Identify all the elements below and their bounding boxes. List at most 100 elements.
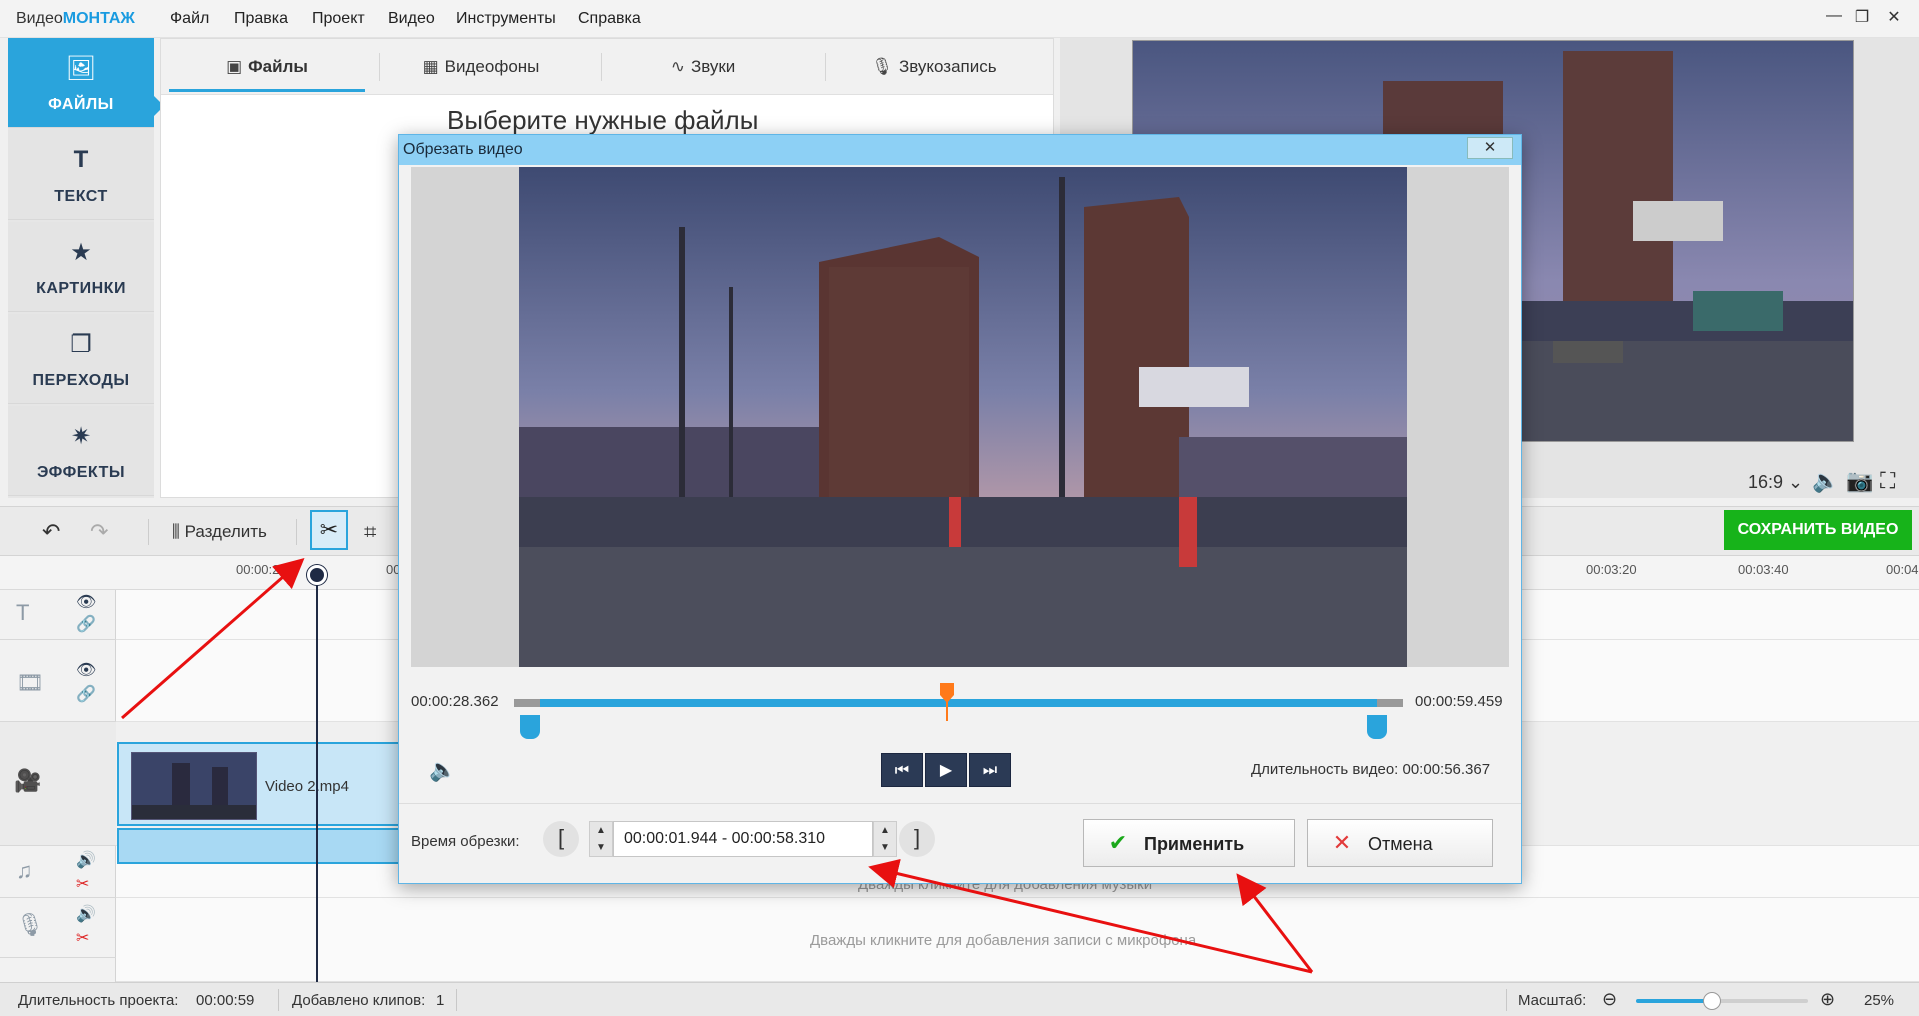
microphone-icon: 🎙 <box>871 57 893 76</box>
sidebar-item-label: ТЕКСТ <box>54 188 108 205</box>
unlink-icon[interactable]: ✂ <box>76 928 89 948</box>
clip-audio-bar[interactable] <box>117 828 407 864</box>
zoom-slider-handle[interactable] <box>1702 992 1721 1010</box>
cut-button[interactable]: ✂ <box>310 510 348 550</box>
split-button[interactable]: ⫼ Разделить <box>172 515 267 549</box>
ruler-tick: 00:03:20 <box>1586 562 1637 577</box>
split-label: Разделить <box>184 522 267 541</box>
fullscreen-icon[interactable]: ⛶ <box>1880 468 1895 494</box>
aspect-ratio-select[interactable]: 16:9 ⌄ <box>1748 472 1803 493</box>
sidebar-item-pictures[interactable]: ★ КАРТИНКИ <box>8 222 154 312</box>
dialog-close-button[interactable]: ✕ <box>1467 137 1513 159</box>
bracket-close-icon: ] <box>913 825 921 850</box>
volume-icon[interactable]: 🔈 <box>429 757 456 783</box>
dialog-title-bar[interactable]: Обрезать видео ✕ <box>399 135 1521 165</box>
project-duration-value: 00:00:59 <box>196 992 255 1009</box>
play-icon: ▶ <box>939 762 953 779</box>
waveform-icon: ∿ <box>670 57 685 76</box>
library-heading: Выберите нужные файлы <box>447 105 759 135</box>
camera-icon[interactable]: 📷 <box>1846 468 1873 494</box>
zoom-out-icon[interactable]: ⊖ <box>1602 989 1617 1010</box>
speaker-icon[interactable]: 🔊 <box>76 850 96 870</box>
video-clip[interactable]: Video 2.mp4 <box>117 742 407 826</box>
scissors-icon: ✂ <box>319 517 339 542</box>
sidebar-item-label: ФАЙЛЫ <box>48 96 114 113</box>
set-end-button[interactable]: ] <box>899 821 935 857</box>
music-track-header: ♫ 🔊 ✂ <box>0 846 116 898</box>
menu-help[interactable]: Справка <box>578 10 641 28</box>
trim-time-field[interactable]: 00:00:01.944 - 00:00:58.310 <box>613 821 873 857</box>
main-video-track-header: 🎥 <box>0 722 116 846</box>
film-icon: 🎞 <box>16 670 44 695</box>
clips-count-value: 1 <box>436 992 445 1009</box>
undo-button[interactable]: ↶ <box>42 515 60 549</box>
trim-time-label: Время обрезки: <box>411 833 520 850</box>
menu-tools[interactable]: Инструменты <box>456 10 556 28</box>
playhead-line[interactable] <box>316 565 318 983</box>
zoom-slider-track[interactable] <box>1636 999 1712 1003</box>
close-window-button[interactable]: ✕ <box>1880 7 1908 31</box>
dialog-video-frame <box>519 167 1407 667</box>
trim-end-stepper[interactable]: ▲ ▼ <box>873 821 897 857</box>
tab-label: Файлы <box>248 57 308 76</box>
playhead-handle[interactable] <box>307 565 327 585</box>
crop-button[interactable]: ⌗ <box>364 515 376 549</box>
trim-end-handle[interactable] <box>1367 715 1387 739</box>
bracket-open-icon: [ <box>557 825 565 850</box>
zoom-in-icon[interactable]: ⊕ <box>1820 989 1835 1010</box>
trim-range-track[interactable] <box>540 699 1380 707</box>
ruler-tick: 00:00:20 <box>236 562 287 577</box>
zoom-value: 25% <box>1864 992 1895 1009</box>
tab-video-backgrounds[interactable]: ▦ Видеофоны <box>383 39 579 95</box>
tab-label: Звукозапись <box>898 57 997 76</box>
mic-track-header: 🎙 🔊 ✂ <box>0 898 116 958</box>
apply-button[interactable]: ✔ Применить <box>1083 819 1295 867</box>
set-start-button[interactable]: [ <box>543 821 579 857</box>
clip-name: Video 2.mp4 <box>265 778 349 795</box>
apply-label: Применить <box>1144 834 1245 854</box>
track-headers: T 👁 🔗 🎞 👁 🔗 🎥 ♫ 🔊 ✂ 🎙 🔊 ✂ <box>0 590 116 982</box>
link-icon[interactable]: 🔗 <box>76 684 96 704</box>
trim-start-handle[interactable] <box>520 715 540 739</box>
link-icon[interactable]: 🔗 <box>76 614 96 634</box>
next-frame-button[interactable]: ⏭ <box>969 753 1011 787</box>
clip-thumbnail <box>131 752 257 820</box>
sidebar-item-effects[interactable]: ✷ ЭФФЕКТЫ <box>8 406 154 496</box>
eye-icon[interactable]: 👁 <box>76 592 96 612</box>
minimize-button[interactable]: — <box>1820 7 1848 31</box>
maximize-button[interactable]: ❐ <box>1848 7 1876 31</box>
split-icon: ⫼ <box>172 522 180 541</box>
sidebar-item-files[interactable]: 🖼 ФАЙЛЫ <box>8 38 154 128</box>
redo-button[interactable]: ↷ <box>90 515 108 549</box>
menu-edit[interactable]: Правка <box>234 10 288 28</box>
clip-thumbnail-image <box>132 753 256 819</box>
play-button[interactable]: ▶ <box>925 753 967 787</box>
tab-sound-recording[interactable]: 🎙 Звукозапись <box>829 39 1039 95</box>
text-track-header: T 👁 🔗 <box>0 590 116 640</box>
menu-file[interactable]: Файл <box>170 10 209 28</box>
sidebar-item-label: ПЕРЕХОДЫ <box>32 372 130 389</box>
mic-track[interactable]: Дважды кликните для добавления записи с … <box>116 898 1919 982</box>
tab-files[interactable]: ▣ Файлы <box>169 39 365 95</box>
skip-forward-icon: ⏭ <box>982 762 998 779</box>
save-video-button[interactable]: СОХРАНИТЬ ВИДЕО <box>1724 510 1912 550</box>
eye-icon[interactable]: 👁 <box>76 660 96 680</box>
trim-start-stepper[interactable]: ▲ ▼ <box>589 821 613 857</box>
cancel-button[interactable]: ✕ Отмена <box>1307 819 1493 867</box>
zoom-label: Масштаб: <box>1518 992 1587 1009</box>
sidebar-item-transitions[interactable]: ❐ ПЕРЕХОДЫ <box>8 314 154 404</box>
title-bar: ВидеоМОНТАЖ Файл Правка Проект Видео Инс… <box>0 0 1919 38</box>
menu-video[interactable]: Видео <box>388 10 435 28</box>
volume-icon[interactable]: 🔈 <box>1812 468 1839 494</box>
sidebar-item-text[interactable]: T ТЕКСТ <box>8 130 154 220</box>
zoom-slider-rest <box>1711 999 1808 1003</box>
unlink-icon[interactable]: ✂ <box>76 874 89 894</box>
speaker-icon[interactable]: 🔊 <box>76 904 96 924</box>
transitions-icon: ❐ <box>70 331 92 358</box>
menu-project[interactable]: Проект <box>312 10 365 28</box>
video-duration: Длительность видео: 00:00:56.367 <box>1251 761 1491 778</box>
app-name: ВидеоМОНТАЖ <box>16 10 135 27</box>
previous-frame-button[interactable]: ⏮ <box>881 753 923 787</box>
tab-sounds[interactable]: ∿ Звуки <box>605 39 801 95</box>
image-icon: ▣ <box>226 57 243 76</box>
